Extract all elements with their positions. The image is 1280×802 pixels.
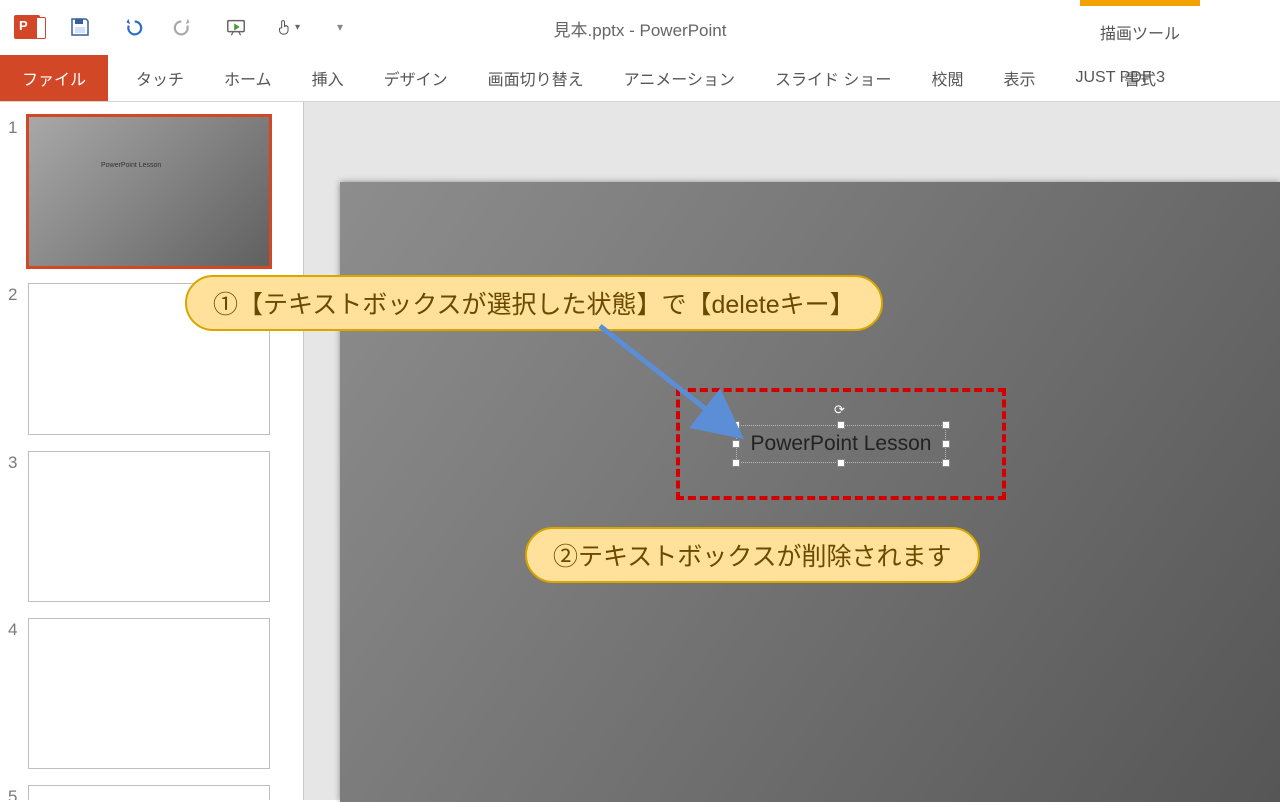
resize-handle[interactable]	[942, 459, 950, 467]
resize-handle[interactable]	[837, 459, 845, 467]
slide-thumbnail-1[interactable]: PowerPoint Lesson	[28, 116, 270, 267]
tab-file[interactable]: ファイル	[0, 55, 108, 101]
tab-insert[interactable]: 挿入	[292, 54, 364, 102]
save-button[interactable]	[68, 15, 92, 39]
resize-handle[interactable]	[732, 421, 740, 429]
tab-view[interactable]: 表示	[983, 54, 1055, 102]
thumb-preview-text: PowerPoint Lesson	[101, 162, 161, 169]
thumb-number: 2	[8, 283, 28, 305]
resize-handle[interactable]	[942, 421, 950, 429]
tab-transitions[interactable]: 画面切り替え	[468, 54, 604, 102]
slide-canvas-area[interactable]: PowerPoint Lesson ⟳	[304, 102, 1280, 800]
qat-customize-button[interactable]: ▾	[328, 15, 352, 39]
text-box[interactable]: PowerPoint Lesson ⟳	[736, 425, 947, 463]
thumb-number: 4	[8, 618, 28, 640]
text-box-content: PowerPoint Lesson	[751, 432, 932, 455]
title-bar: ▾ ▾ 見本.pptx - PowerPoint 描画ツール	[0, 0, 1280, 54]
resize-handle[interactable]	[942, 440, 950, 448]
tab-touch[interactable]: タッチ	[116, 54, 204, 102]
contextual-tab-label: 描画ツール	[1080, 6, 1200, 44]
rotate-handle-icon[interactable]: ⟳	[834, 402, 848, 416]
resize-handle[interactable]	[837, 421, 845, 429]
tab-animations[interactable]: アニメーション	[604, 54, 755, 102]
resize-handle[interactable]	[732, 459, 740, 467]
tab-design[interactable]: デザイン	[364, 54, 468, 102]
slide-thumbnail-3[interactable]	[28, 451, 270, 602]
powerpoint-logo-icon	[14, 15, 40, 39]
touch-mode-button[interactable]: ▾	[276, 15, 300, 39]
tab-review[interactable]: 校閲	[911, 54, 983, 102]
resize-handle[interactable]	[732, 440, 740, 448]
workspace: 1 PowerPoint Lesson 2 3 4 5 PowerPoin	[0, 102, 1280, 800]
slide-thumbnail-4[interactable]	[28, 618, 270, 769]
window-title: 見本.pptx - PowerPoint	[554, 16, 727, 41]
selection-highlight: PowerPoint Lesson ⟳	[676, 388, 1006, 500]
undo-button[interactable]	[120, 15, 144, 39]
start-slideshow-button[interactable]	[224, 15, 248, 39]
redo-button[interactable]	[172, 15, 196, 39]
annotation-callout-2: ②テキストボックスが削除されます	[525, 527, 980, 583]
annotation-callout-1: ①【テキストボックスが選択した状態】で【deleteキー】	[185, 275, 883, 331]
quick-access-toolbar: ▾ ▾	[0, 15, 352, 39]
slide-thumbnail-5[interactable]	[28, 785, 270, 800]
tab-slideshow[interactable]: スライド ショー	[755, 54, 911, 102]
thumb-number: 3	[8, 451, 28, 473]
ribbon-tabs: ファイル タッチ ホーム 挿入 デザイン 画面切り替え アニメーション スライド…	[0, 54, 1280, 102]
thumb-number: 5	[8, 785, 28, 800]
slide-thumbnail-pane[interactable]: 1 PowerPoint Lesson 2 3 4 5	[0, 102, 304, 800]
contextual-tab-group: 描画ツール	[1080, 0, 1200, 44]
thumb-number: 1	[8, 116, 28, 138]
tab-format[interactable]: 書式	[1080, 54, 1200, 102]
tab-home[interactable]: ホーム	[204, 54, 292, 102]
